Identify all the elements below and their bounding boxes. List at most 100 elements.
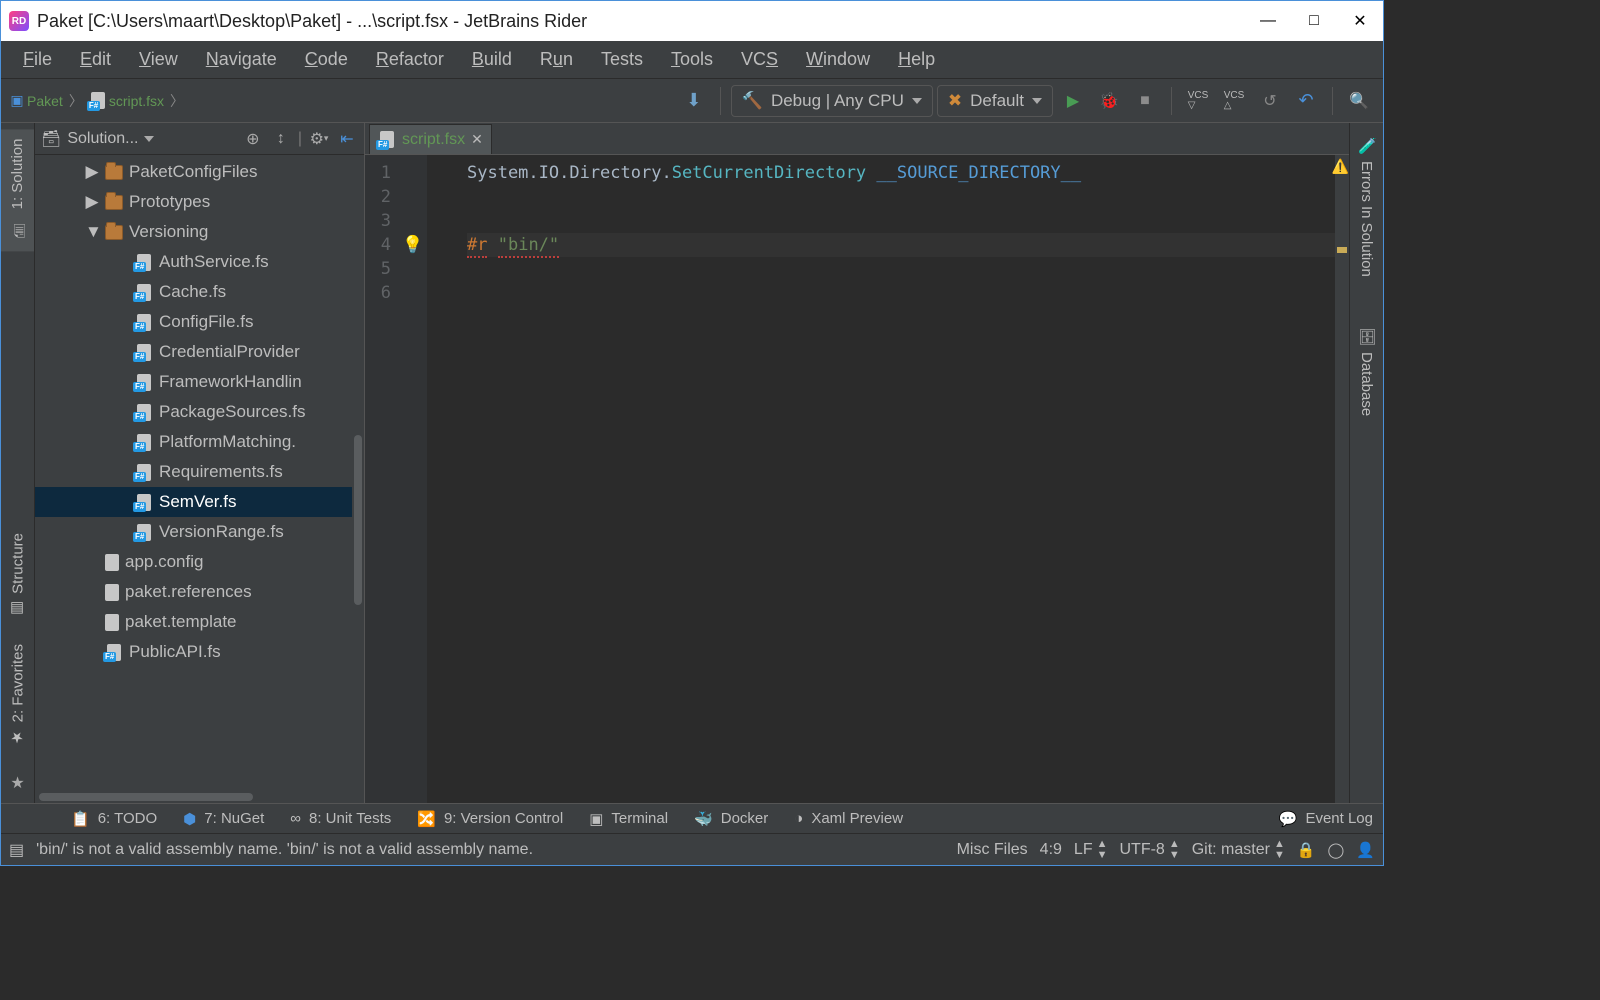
close-button[interactable]: ✕ [1337, 1, 1383, 41]
minimize-button[interactable]: — [1245, 1, 1291, 41]
tree-row[interactable]: F#FrameworkHandlin [35, 367, 364, 397]
tree-item-label: Versioning [129, 222, 208, 242]
vertical-scrollbar[interactable] [352, 155, 364, 791]
vcs-update-button[interactable]: VCS▽ [1182, 85, 1214, 117]
tree-row[interactable]: F#VersionRange.fs [35, 517, 364, 547]
inspection-icon[interactable]: ◯ [1328, 841, 1345, 859]
tree-row[interactable]: ▶Prototypes [35, 187, 364, 217]
tool-tab-errors[interactable]: 🧪 Errors In Solution [1354, 127, 1380, 287]
code-fragment: __SOURCE_DIRECTORY__ [876, 163, 1081, 183]
tool-terminal[interactable]: ▣Terminal [589, 810, 668, 828]
tool-windows-icon[interactable]: ▤ [9, 840, 24, 860]
maximize-button[interactable]: □ [1291, 1, 1337, 41]
status-encoding[interactable]: UTF-8▲▼ [1119, 839, 1179, 861]
run-config-icon: ✖ [948, 91, 962, 111]
run-config-select[interactable]: ✖ Default [937, 85, 1053, 117]
tree-row[interactable]: app.config [35, 547, 364, 577]
menu-run[interactable]: Run [526, 43, 587, 76]
tool-tab-solution[interactable]: 🗎 1: Solution [1, 129, 34, 251]
menu-help[interactable]: Help [884, 43, 949, 76]
tree-item-label: FrameworkHandlin [159, 372, 302, 392]
menu-file[interactable]: File [9, 43, 66, 76]
collapse-icon[interactable]: ↕ [270, 123, 292, 155]
tool-version-control[interactable]: 🔀9: Version Control [417, 810, 563, 828]
close-tab-icon[interactable]: ✕ [471, 131, 483, 148]
tree-row[interactable]: F#PlatformMatching. [35, 427, 364, 457]
status-misc-files[interactable]: Misc Files [957, 841, 1028, 859]
warning-marker[interactable] [1337, 247, 1347, 253]
folder-icon [105, 195, 123, 210]
tree-row[interactable]: F#PublicAPI.fs [35, 637, 364, 667]
search-everywhere-button[interactable]: 🔍 [1343, 85, 1375, 117]
fsharp-file-icon: F# [135, 403, 153, 421]
status-caret-position[interactable]: 4:9 [1040, 841, 1062, 859]
download-icon[interactable]: ⬇ [678, 85, 710, 117]
chevron-right-icon: 〉 [65, 91, 87, 111]
app-icon: RD [9, 11, 29, 31]
target-icon[interactable]: ⊕ [242, 123, 264, 155]
tool-docker[interactable]: 🐳Docker [694, 810, 768, 828]
tool-nuget[interactable]: ⬢7: NuGet [183, 810, 264, 828]
tool-todo[interactable]: 📋6: TODO [71, 810, 157, 828]
menu-window[interactable]: Window [792, 43, 884, 76]
build-config-select[interactable]: 🔨 Debug | Any CPU [731, 85, 933, 117]
tool-tab-structure[interactable]: ▤ Structure [5, 523, 31, 628]
status-line-ending[interactable]: LF▲▼ [1074, 839, 1108, 861]
tree-row[interactable]: F#PackageSources.fs [35, 397, 364, 427]
menu-tools[interactable]: Tools [657, 43, 727, 76]
tool-unit-tests[interactable]: ∞8: Unit Tests [290, 810, 391, 827]
expand-arrow-icon[interactable]: ▶ [85, 192, 99, 212]
tool-label: 8: Unit Tests [309, 810, 391, 827]
tool-label: 7: NuGet [204, 810, 264, 827]
tool-tab-favorites[interactable]: ★ 2: Favorites [5, 634, 31, 756]
menu-refactor[interactable]: Refactor [362, 43, 458, 76]
vcs-commit-button[interactable]: VCS△ [1218, 85, 1250, 117]
horizontal-scrollbar[interactable] [35, 791, 364, 803]
lock-icon[interactable]: 🔒 [1297, 841, 1316, 859]
tree-row[interactable]: paket.template [35, 607, 364, 637]
tree-row[interactable]: F#Requirements.fs [35, 457, 364, 487]
menu-build[interactable]: Build [458, 43, 526, 76]
editor-body[interactable]: 123456 💡 System.IO.Directory.SetCurrentD… [365, 155, 1349, 803]
run-button[interactable]: ▶ [1057, 85, 1089, 117]
solution-tree[interactable]: ▶PaketConfigFiles▶Prototypes ▼ Versioning F… [35, 155, 364, 803]
tree-row[interactable]: ▶PaketConfigFiles [35, 157, 364, 187]
menu-tests[interactable]: Tests [587, 43, 657, 76]
tree-row[interactable]: paket.references [35, 577, 364, 607]
tree-row[interactable]: F#CredentialProvider [35, 337, 364, 367]
menu-code[interactable]: Code [291, 43, 362, 76]
revert-button[interactable]: ↶ [1290, 85, 1322, 117]
menu-view[interactable]: View [125, 43, 192, 76]
tree-row[interactable]: F#AuthService.fs [35, 247, 364, 277]
chevron-down-icon [912, 98, 922, 104]
menu-vcs[interactable]: VCS [727, 43, 792, 76]
status-git-branch[interactable]: Git: master▲▼ [1192, 839, 1285, 861]
stop-button[interactable]: ■ [1129, 85, 1161, 117]
tool-tab-database[interactable]: 🗄 Database [1354, 317, 1380, 426]
status-chip-label: 4:9 [1040, 841, 1062, 859]
expand-arrow-icon[interactable]: ▶ [85, 162, 99, 182]
tree-row[interactable]: ▼ Versioning [35, 217, 364, 247]
memory-indicator-icon[interactable]: 👤 [1356, 841, 1375, 859]
star-icon[interactable]: ★ [10, 773, 24, 793]
bulb-icon[interactable]: 💡 [399, 233, 427, 257]
error-stripe[interactable]: ⚠️ [1335, 155, 1349, 803]
breadcrumb-project[interactable]: Paket [27, 93, 63, 109]
editor-tab-script[interactable]: F# script.fsx ✕ [369, 124, 492, 154]
menu-edit[interactable]: Edit [66, 43, 125, 76]
tree-row[interactable]: F#Cache.fs [35, 277, 364, 307]
hide-panel-icon[interactable]: ⇤ [336, 123, 358, 155]
code-content[interactable]: System.IO.Directory.SetCurrentDirectory … [427, 155, 1335, 803]
breadcrumb-file[interactable]: script.fsx [109, 93, 164, 109]
fsharp-file-icon: F# [135, 313, 153, 331]
tree-row[interactable]: F#ConfigFile.fs [35, 307, 364, 337]
tree-row[interactable]: F#SemVer.fs [35, 487, 364, 517]
gear-icon[interactable]: ⚙▾ [308, 123, 330, 155]
debug-button[interactable]: 🐞 [1093, 85, 1125, 117]
tool-event-log[interactable]: 💬Event Log [1279, 810, 1373, 828]
history-button[interactable]: ↺ [1254, 85, 1286, 117]
tool-xaml-preview[interactable]: ◑Xaml Preview [794, 810, 903, 827]
expand-arrow-icon[interactable]: ▼ [85, 222, 99, 242]
menu-navigate[interactable]: Navigate [192, 43, 291, 76]
tool-label: Xaml Preview [811, 810, 903, 827]
